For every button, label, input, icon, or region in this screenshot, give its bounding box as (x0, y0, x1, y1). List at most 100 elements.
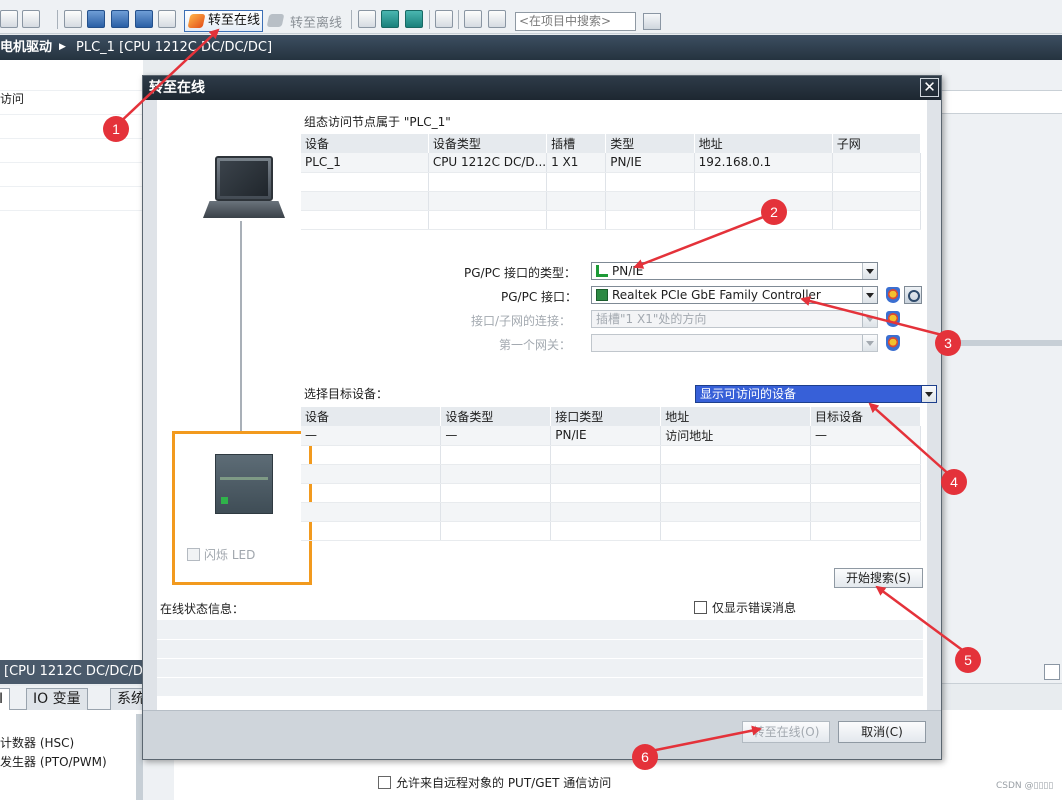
upload-icon[interactable] (111, 10, 129, 28)
dialog-body: 闪烁 LED 组态访问节点属于 "PLC_1" 设备 设备类型 插槽 类型 地址… (157, 100, 937, 710)
go-online-label: 转至在线 (208, 13, 261, 28)
accessible-devices-icon[interactable] (358, 10, 376, 28)
table-cell: 1 X1 (546, 153, 607, 173)
close-icon[interactable]: ✕ (920, 78, 939, 97)
pn-ie-icon (596, 265, 608, 277)
gateway-shield-icon (886, 335, 900, 351)
stop-cpu-icon[interactable] (405, 10, 423, 28)
table-cell: CPU 1212C DC/D... (428, 153, 548, 173)
chevron-down-icon (862, 335, 877, 351)
split-vertical-icon[interactable] (488, 10, 506, 28)
undo-icon[interactable] (22, 10, 40, 28)
table-row (301, 502, 921, 522)
table-row (301, 191, 922, 211)
go-offline-button[interactable]: 转至离线 (266, 12, 343, 31)
interface-select[interactable]: Realtek PCIe GbE Family Controller (591, 286, 878, 304)
compile-icon[interactable] (64, 10, 82, 28)
divider (157, 658, 923, 659)
tree-item-access[interactable]: 访问 (0, 90, 24, 107)
configured-nodes-table: 设备 设备类型 插槽 类型 地址 子网 PLC_1 CPU 1212C DC/D… (301, 134, 922, 230)
chevron-down-icon[interactable] (862, 287, 877, 303)
annotation-badge-1: 1 (103, 116, 129, 142)
tab-properties[interactable]: I (0, 688, 11, 710)
simulation-icon[interactable] (135, 10, 153, 28)
table-cell: — (810, 426, 921, 446)
subnet-connection-label: 接口/子网的连接： (471, 314, 572, 328)
putget-option[interactable]: 允许来自远程对象的 PUT/GET 通信访问 (378, 774, 611, 791)
go-online-button[interactable]: 转至在线 (184, 10, 263, 32)
column-header: 设备类型 (428, 134, 548, 153)
plc-terminal-strip (220, 477, 268, 480)
table-row (301, 483, 921, 503)
flash-led-checkbox (187, 548, 200, 561)
start-search-button[interactable]: 开始搜索(S) (834, 568, 923, 588)
split-horizontal-icon[interactable] (464, 10, 482, 28)
divider (0, 162, 143, 163)
tab-io-tags[interactable]: IO 变量 (26, 688, 88, 710)
interface-type-select[interactable]: PN/IE (591, 262, 878, 280)
task-card-pane (940, 60, 1062, 660)
table-cell (832, 153, 922, 173)
table-cell: — (301, 426, 442, 446)
select-target-label: 选择目标设备： (304, 387, 389, 401)
pg-pc-icon (203, 156, 285, 221)
table-header-row: 设备 设备类型 插槽 类型 地址 子网 (301, 134, 922, 153)
column-header: 接口类型 (550, 407, 662, 426)
table-cell: PN/IE (550, 426, 662, 446)
network-link-line (240, 221, 242, 433)
interface-value: Realtek PCIe GbE Family Controller (612, 288, 821, 302)
column-header: 设备 (301, 134, 429, 153)
table-row[interactable]: PLC_1 CPU 1212C DC/D... 1 X1 PN/IE 192.1… (301, 153, 922, 173)
table-cell: PLC_1 (301, 153, 429, 173)
table-header-row: 设备 设备类型 接口类型 地址 目标设备 (301, 407, 921, 426)
cancel-button[interactable]: 取消(C) (838, 721, 926, 743)
dialog-title-bar: 转至在线 ✕ (143, 76, 941, 100)
flash-led-option: 闪烁 LED (187, 546, 255, 563)
table-cell: PN/IE (605, 153, 695, 173)
table-cell: — (440, 426, 552, 446)
table-row (301, 172, 922, 192)
chevron-down-icon[interactable] (921, 386, 936, 402)
divider (157, 639, 923, 640)
nav-item-hsc[interactable]: 计数器 (HSC) (0, 734, 74, 751)
start-cpu-icon[interactable] (381, 10, 399, 28)
only-errors-option[interactable]: 仅显示错误消息 (694, 599, 796, 616)
project-search-input[interactable]: <在项目中搜索> (515, 12, 636, 31)
putget-label: 允许来自远程对象的 PUT/GET 通信访问 (396, 776, 612, 790)
target-filter-select[interactable]: 显示可访问的设备 (695, 385, 937, 403)
putget-checkbox[interactable] (378, 776, 391, 789)
column-header: 地址 (660, 407, 812, 426)
breadcrumb-device[interactable]: PLC_1 [CPU 1212C DC/DC/DC] (76, 35, 272, 60)
go-online-dialog-button[interactable]: 转至在线(O) (742, 721, 830, 743)
inspector-nav: 计数器 (HSC) 发生器 (PTO/PWM) (0, 710, 143, 800)
save-project-icon[interactable] (0, 10, 18, 28)
nav-item-pto-pwm[interactable]: 发生器 (PTO/PWM) (0, 753, 107, 770)
interface-properties-shield-icon[interactable] (886, 287, 900, 303)
cross-reference-icon[interactable] (435, 10, 453, 28)
table-row[interactable]: — — PN/IE 访问地址 — (301, 426, 921, 446)
go-offline-label: 转至离线 (290, 16, 343, 31)
column-header: 设备类型 (440, 407, 552, 426)
interface-type-value: PN/IE (612, 264, 644, 278)
chevron-down-icon[interactable] (862, 263, 877, 279)
inspector-search-icon[interactable] (1044, 664, 1060, 680)
subnet-connection-select: 插槽"1 X1"处的方向 (591, 310, 878, 328)
table-row (301, 521, 921, 541)
column-header: 设备 (301, 407, 442, 426)
laptop-base (203, 201, 285, 218)
download-icon[interactable] (87, 10, 105, 28)
interface-diagnostics-icon[interactable] (904, 286, 922, 304)
table-cell: 192.168.0.1 (694, 153, 833, 173)
column-header: 子网 (832, 134, 922, 153)
breadcrumb-project[interactable]: 电机驱动 (0, 35, 52, 60)
only-errors-label: 仅显示错误消息 (712, 601, 797, 615)
only-errors-checkbox[interactable] (694, 601, 707, 614)
task-card-header (940, 90, 1062, 114)
go-online-dialog: 转至在线 ✕ 闪烁 LED 组态访问节点属于 "PLC_1" 设备 设备类型 插… (142, 75, 942, 760)
flash-led-label: 闪烁 LED (204, 548, 256, 562)
search-icon[interactable] (643, 13, 661, 30)
watermark: CSDN @▯▯▯▯ (996, 781, 1054, 791)
interface-label: PG/PC 接口： (501, 290, 578, 304)
start-simulation-icon[interactable] (158, 10, 176, 28)
inspector-tabs: I IO 变量 系统 (0, 686, 152, 710)
